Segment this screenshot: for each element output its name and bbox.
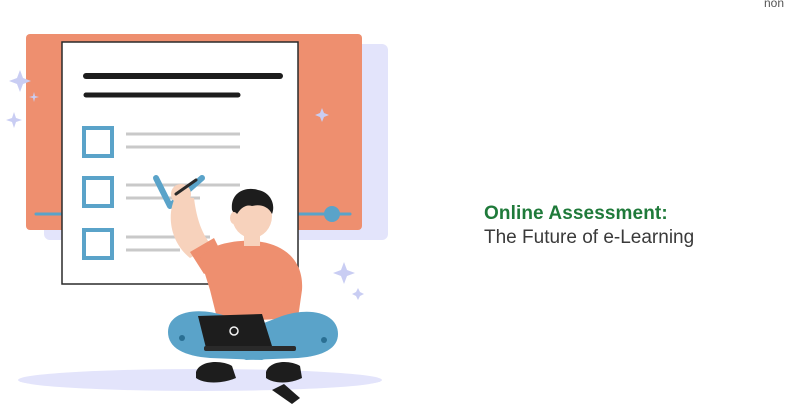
headline-title: Online Assessment: [484, 203, 668, 224]
slider-knob [324, 206, 340, 222]
assessment-illustration [6, 34, 388, 404]
headline-subtitle: The Future of e-Learning [484, 227, 695, 248]
headline: Online Assessment: The Future of e-Learn… [484, 202, 784, 250]
corner-text: non [763, 0, 784, 10]
